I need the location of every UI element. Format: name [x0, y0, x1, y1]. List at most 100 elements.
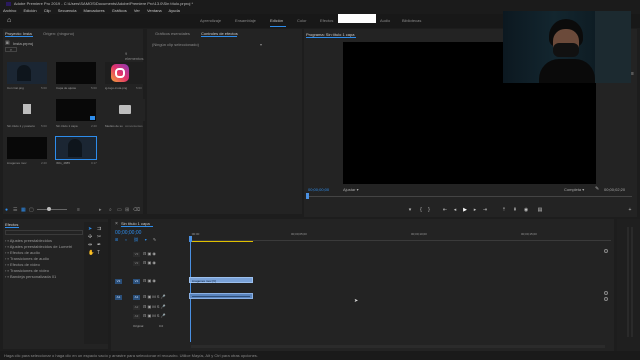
add-button-icon[interactable]: + — [627, 207, 633, 213]
lift-icon[interactable]: ⇡ — [501, 207, 507, 213]
menu-ventana[interactable]: Ventana — [147, 8, 162, 13]
menu-archivo[interactable]: Archivo — [3, 8, 16, 13]
fit-dropdown[interactable]: Ajustar ▾ — [343, 187, 359, 192]
quality-dropdown[interactable]: Completa ▾ — [564, 187, 584, 192]
ripple-edit-tool-icon[interactable]: ✣ — [88, 234, 92, 240]
track-label-a1[interactable]: A1 — [133, 295, 140, 300]
freeform-view-icon[interactable]: ▢ — [29, 207, 34, 213]
new-item-icon[interactable]: ⊞ — [125, 207, 129, 213]
workspace-tab-aprendizaje[interactable]: Aprendizaje — [200, 18, 221, 23]
wrench-icon[interactable]: ✎ — [595, 186, 599, 192]
marker-icon[interactable]: ▾ — [407, 207, 413, 213]
effects-search-input[interactable] — [5, 230, 83, 235]
mark-in-icon[interactable]: { — [418, 207, 424, 213]
home-icon[interactable]: ⌂ — [7, 17, 14, 24]
video-clip[interactable]: imagenes mov [V] — [189, 277, 253, 283]
thumb-sin-titulo-posterio[interactable] — [7, 99, 47, 121]
track-select-tool-icon[interactable]: ⇉ — [97, 226, 101, 232]
list-view-icon[interactable]: ☰ — [13, 207, 17, 213]
trash-icon[interactable]: ⌫ — [133, 207, 140, 213]
go-to-in-icon[interactable]: ⇤ — [442, 207, 448, 213]
workspace-tab-edicion[interactable]: Edición — [270, 18, 283, 23]
source-patch-v1[interactable]: V1 — [115, 279, 122, 284]
comparison-view-icon[interactable]: ▤ — [537, 207, 543, 213]
pen-tool-icon[interactable]: ✒ — [97, 242, 101, 248]
linked-selection-icon[interactable]: ⛓ — [133, 237, 138, 242]
thumb-img-4885[interactable] — [55, 136, 97, 160]
menu-ver[interactable]: Ver — [134, 8, 140, 13]
export-frame-icon[interactable]: ◉ — [523, 207, 529, 213]
go-to-out-icon[interactable]: ⇥ — [482, 207, 488, 213]
selection-tool-icon[interactable]: ➤ — [88, 226, 92, 232]
effects-folder-custom[interactable]: › ▪ Bandeja personalizada 01 — [5, 274, 72, 280]
track-icons[interactable]: ⊟ ▣ M S 🎤 — [143, 313, 166, 318]
play-icon[interactable]: ▶ — [462, 207, 468, 213]
clip-select-dropdown[interactable]: (Ningún clip seleccionado) ▾ — [152, 42, 262, 48]
menu-marcadores[interactable]: Marcadores — [84, 8, 105, 13]
menu-ayuda[interactable]: Ayuda — [169, 8, 180, 13]
vertical-zoom-handle[interactable] — [604, 249, 608, 253]
thumb-capa-ajuste[interactable] — [56, 62, 96, 84]
track-icons[interactable]: ⊟ ▣ ◉ — [143, 251, 156, 256]
workspace-tab-color[interactable]: Color — [297, 18, 307, 23]
lock-icon[interactable]: ● — [5, 207, 8, 213]
menu-secuencia[interactable]: Secuencia — [58, 8, 77, 13]
thumb-con-cat[interactable] — [7, 62, 47, 84]
workspace-tab-efectos[interactable]: Efectos — [320, 18, 333, 23]
audio-clip[interactable] — [189, 293, 253, 299]
menu-edicion[interactable]: Edición — [23, 8, 36, 13]
workspace-tab-bibliotecas[interactable]: Bibliotecas — [402, 18, 421, 23]
extract-icon[interactable]: ⇞ — [512, 207, 518, 213]
work-area-bar[interactable] — [191, 241, 253, 242]
icon-view-icon[interactable]: ▦ — [21, 207, 26, 213]
timeline-settings-icon[interactable]: ✎ — [153, 237, 156, 242]
track-icons[interactable]: ⊟ ▣ M S 🎤 — [143, 304, 166, 309]
program-scrubber[interactable] — [306, 193, 632, 199]
workspace-tab-ensamblaje[interactable]: Ensamblaje — [235, 18, 256, 23]
track-label-v3[interactable]: V3 — [133, 252, 140, 257]
razor-tool-icon[interactable]: ✂ — [97, 234, 101, 240]
track-icons[interactable]: ⊟ ▣ M S 🎤 — [143, 294, 166, 299]
close-icon[interactable]: × — [115, 221, 118, 227]
step-back-icon[interactable]: ◂ — [452, 207, 458, 213]
search-icon[interactable]: ⌕ — [5, 47, 17, 52]
automate-icon[interactable]: ▸ — [99, 207, 102, 213]
track-label-v1[interactable]: V1 — [133, 279, 140, 284]
thumb-sin-titulo-capa[interactable] — [56, 99, 96, 121]
type-tool-icon[interactable]: T — [97, 250, 100, 256]
tab-source[interactable]: Origen: (ninguno) — [43, 31, 74, 36]
program-playhead[interactable] — [306, 193, 309, 199]
add-marker-icon[interactable]: ▾ — [145, 237, 147, 242]
search-bin-icon[interactable]: ⌕ — [109, 207, 112, 213]
timeline-ruler[interactable] — [191, 236, 611, 241]
menu-graficos[interactable]: Gráficos — [112, 8, 127, 13]
track-icons[interactable]: ⊟ ▣ ◉ — [143, 278, 156, 283]
mark-out-icon[interactable]: } — [426, 207, 432, 213]
track-label-v2[interactable]: V2 — [133, 261, 140, 266]
vertical-zoom-handle[interactable] — [604, 291, 608, 295]
master-volume[interactable]: 0.0 — [159, 324, 163, 328]
track-label-a2[interactable]: A2 — [133, 305, 140, 310]
workspace-tab-audio[interactable]: Audio — [380, 18, 390, 23]
snap-icon[interactable]: ∩ — [124, 237, 127, 242]
source-patch-a1[interactable]: A1 — [115, 295, 122, 300]
slip-tool-icon[interactable]: ⇹ — [88, 242, 92, 248]
horizontal-scrollbar[interactable] — [191, 345, 605, 348]
thumb-imagenes-mov[interactable] — [7, 137, 47, 159]
track-icons[interactable]: ⊟ ▣ ◉ — [143, 260, 156, 265]
thumb-ig-logo[interactable] — [105, 62, 145, 84]
program-timecode[interactable]: 00;00;00;00 — [308, 187, 329, 192]
zoom-slider-handle[interactable] — [47, 207, 51, 211]
new-bin-icon[interactable]: ▭ — [117, 207, 122, 213]
nest-icon[interactable]: ⊞ — [115, 237, 118, 242]
sort-icon[interactable]: ≡ — [77, 207, 80, 213]
menu-clip[interactable]: Clip — [44, 8, 51, 13]
hand-tool-icon[interactable]: ✋ — [88, 250, 94, 256]
track-label-a3[interactable]: A3 — [133, 314, 140, 319]
vertical-zoom-handle[interactable] — [604, 297, 608, 301]
step-forward-icon[interactable]: ▸ — [472, 207, 478, 213]
panel-menu-icon[interactable]: ≡ — [631, 71, 634, 77]
thumb-medios[interactable] — [105, 99, 145, 121]
timeline-timecode[interactable]: 00;00;00;00 — [115, 230, 141, 236]
tab-essential-graphics[interactable]: Gráficos esenciales — [155, 31, 190, 36]
